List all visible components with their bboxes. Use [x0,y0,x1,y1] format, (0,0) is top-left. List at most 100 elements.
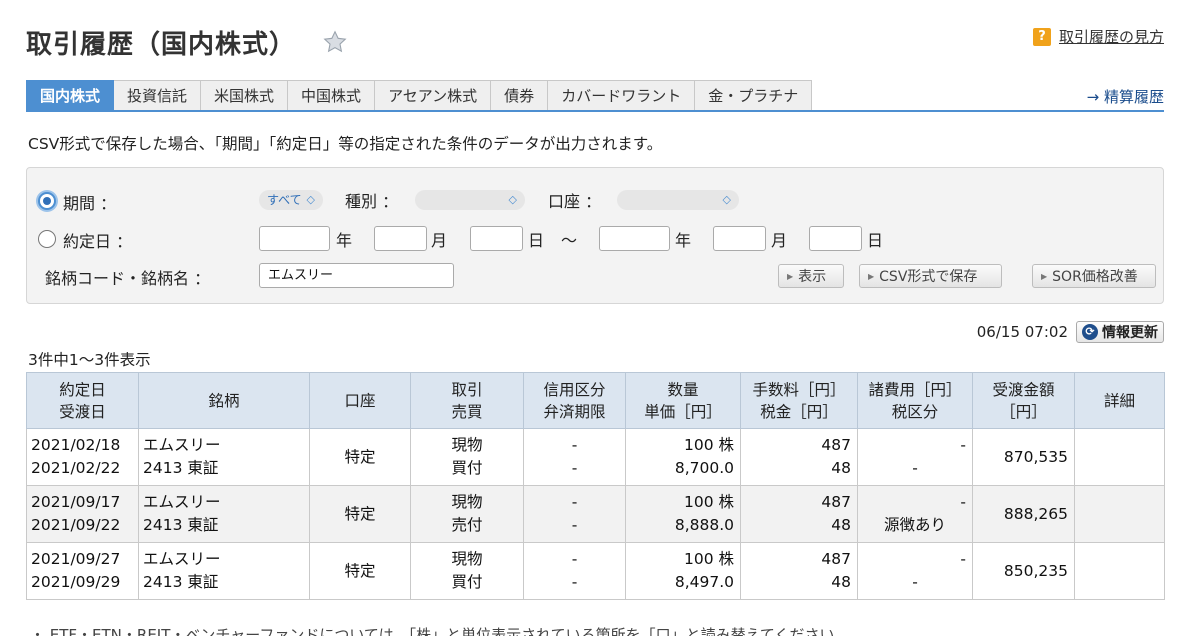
from-year-unit: 年 [336,231,353,250]
trade-history-table: 約定日 受渡日 銘柄 口座 取引 売買 信用区分 弁済期限 数量 単価［円］ 手数料［円… [26,372,1165,600]
account-label: 口座 ： [548,192,602,211]
table-header-row: 約定日 受渡日 銘柄 口座 取引 売買 信用区分 弁済期限 数量 単価［円］ 手数料［円… [26,372,1165,429]
to-month-input[interactable] [713,226,766,251]
fee-tax-cell: 487 48 [740,428,858,486]
qty-price-cell: 100 株 8,497.0 [625,542,741,600]
qty-price-cell: 100 株 8,700.0 [625,428,741,486]
from-month-input[interactable] [374,226,427,251]
dates-cell: 2021/02/18 2021/02/22 [26,428,139,486]
from-day-unit: 日 [528,231,545,250]
chevron-updown-icon: ◇ [306,193,315,206]
csv-save-button[interactable]: ▶ CSV形式で保存 [859,264,1002,288]
help-link[interactable]: ? 取引履歴の見方 [1032,26,1164,47]
range-separator: 〜 [561,231,578,250]
detail-cell[interactable] [1074,542,1165,600]
amount-cell: 850,235 [972,542,1075,600]
expense-cell: -- [857,428,973,486]
dates-cell: 2021/09/27 2021/09/29 [26,542,139,600]
chevron-updown-icon: ◇ [508,193,517,206]
expense-cell: -- [857,542,973,600]
display-button-label: 表示 [798,269,827,285]
type-select[interactable]: ◇ [415,190,525,210]
title-row: 取引履歴（国内株式） [26,22,348,62]
col-header-qty-price: 数量 単価［円］ [625,372,741,429]
col-header-fee-tax: 手数料［円］ 税金［円］ [740,372,858,429]
chevron-updown-icon: ◇ [722,193,731,206]
type-label: 種別 ： [345,192,399,211]
col-header-trade: 取引 売買 [410,372,524,429]
csv-save-button-label: CSV形式で保存 [879,269,978,285]
result-count: 3件中1〜3件表示 [28,351,151,369]
last-updated-time: 06/15 07:02 [976,323,1068,341]
footnote: ・ ETF・ETN・REIT・ベンチャーファンドについては、「株」と単位表示され… [30,626,850,636]
table-row: 2021/02/18 2021/02/22 エムスリー 2413 東証 特定 現物買… [26,428,1165,486]
account-cell: 特定 [309,542,411,600]
detail-cell[interactable] [1074,428,1165,486]
tab-gold-platinum[interactable]: 金・プラチナ [695,80,813,111]
play-triangle-icon: ▶ [868,271,875,281]
col-header-margin: 信用区分 弁済期限 [523,372,626,429]
sor-button-label: SOR価格改善 [1052,269,1138,285]
tab-investment-trust[interactable]: 投資信託 [114,80,202,111]
period-select[interactable]: すべて ◇ [259,190,323,210]
col-header-dates: 約定日 受渡日 [26,372,139,429]
sor-button[interactable]: ▶ SOR価格改善 [1032,264,1156,288]
to-year-input[interactable] [599,226,670,251]
trade-date-label: 約定日 ： [63,232,133,251]
col-header-symbol: 銘柄 [138,372,310,429]
account-select[interactable]: ◇ [617,190,739,210]
col-header-account: 口座 [309,372,411,429]
to-day-unit: 日 [867,231,884,250]
margin-cell: -- [523,485,626,543]
account-cell: 特定 [309,428,411,486]
page-title: 取引履歴（国内株式） [26,29,297,60]
col-header-amount: 受渡金額 ［円］ [972,372,1075,429]
trade-date-radio[interactable] [38,230,56,248]
tab-covered-warrant[interactable]: カバードワラント [548,80,696,111]
trade-cell: 現物 売付 [410,485,524,543]
play-triangle-icon: ▶ [787,271,794,281]
margin-cell: -- [523,542,626,600]
settlement-history-link[interactable]: → 精算履歴 [1087,86,1164,107]
period-radio[interactable] [38,192,56,210]
amount-cell: 888,265 [972,485,1075,543]
dates-cell: 2021/09/17 2021/09/22 [26,485,139,543]
margin-cell: -- [523,428,626,486]
product-tabs: 国内株式 投資信託 米国株式 中国株式 アセアン株式 債券 カバードワラント 金… [26,80,813,111]
tab-domestic-stock[interactable]: 国内株式 [26,80,115,111]
play-triangle-icon: ▶ [1041,271,1048,281]
period-label: 期間 ： [63,194,117,213]
from-year-input[interactable] [259,226,330,251]
update-row: 06/15 07:02 ⟳ 情報更新 [977,321,1164,343]
to-day-input[interactable] [809,226,862,251]
search-panel: 期間 ： すべて ◇ 種別 ： ◇ 口座 ： ◇ 約定日 ： 年 月 日 〜 年… [26,167,1164,304]
col-header-expense: 諸費用［円］ 税区分 [857,372,973,429]
period-select-value: すべて [267,193,302,207]
refresh-button-label: 情報更新 [1102,325,1158,341]
tab-bonds[interactable]: 債券 [491,80,549,111]
to-year-unit: 年 [675,231,692,250]
detail-cell[interactable] [1074,485,1165,543]
from-day-input[interactable] [470,226,523,251]
expense-cell: - 源徴あり [857,485,973,543]
refresh-icon: ⟳ [1082,324,1098,340]
refresh-button[interactable]: ⟳ 情報更新 [1076,321,1164,343]
display-button[interactable]: ▶ 表示 [778,264,844,288]
table-row: 2021/09/17 2021/09/22 エムスリー 2413 東証 特定 現物売… [26,485,1165,543]
tab-asean-stock[interactable]: アセアン株式 [375,80,492,111]
tabs-divider [26,110,1164,112]
account-cell: 特定 [309,485,411,543]
qty-price-cell: 100 株 8,888.0 [625,485,741,543]
favorite-star-icon[interactable] [322,29,348,55]
help-icon: ? [1032,27,1051,46]
symbol-cell: エムスリー 2413 東証 [138,485,310,543]
from-month-unit: 月 [431,231,448,250]
tab-us-stock[interactable]: 米国株式 [201,80,289,111]
csv-note: CSV形式で保存した場合、「期間」「約定日」等の指定された条件のデータが出力され… [28,135,663,153]
fee-tax-cell: 487 48 [740,542,858,600]
help-link-label[interactable]: 取引履歴の見方 [1059,26,1164,47]
tab-china-stock[interactable]: 中国株式 [288,80,376,111]
symbol-cell: エムスリー 2413 東証 [138,428,310,486]
symbol-input[interactable]: エムスリー [259,263,454,288]
trade-cell: 現物 買付 [410,428,524,486]
